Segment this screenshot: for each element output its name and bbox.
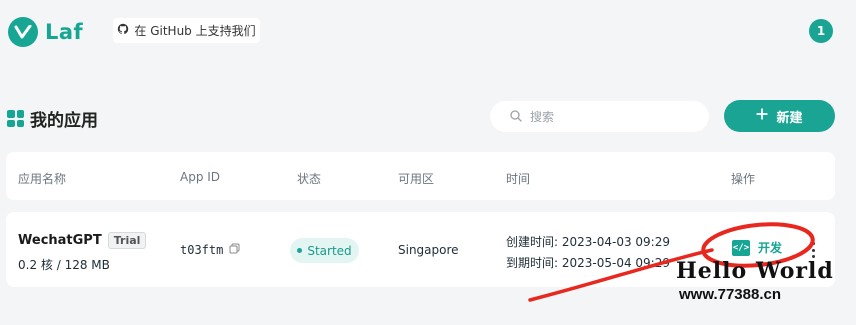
search-box[interactable] (490, 101, 709, 132)
column-header-region: 可用区 (398, 172, 435, 186)
expire-time: 到期时间: 2023-05-04 09:29 (506, 256, 670, 270)
apps-grid-icon (7, 110, 24, 127)
page-title: 我的应用 (7, 106, 98, 131)
top-bar: Laf 在 GitHub 上支持我们 1 (0, 0, 856, 62)
laf-logo[interactable]: Laf (8, 17, 83, 47)
plus-icon (756, 108, 768, 124)
more-options-icon[interactable] (812, 242, 816, 258)
github-support-button[interactable]: 在 GitHub 上支持我们 (113, 18, 260, 43)
brand-name: Laf (45, 20, 84, 44)
search-input[interactable] (530, 109, 690, 124)
app-name-cell: WechatGPT Trial (18, 232, 147, 249)
github-icon (117, 23, 129, 38)
new-app-button[interactable]: 新建 (724, 100, 835, 132)
user-avatar[interactable]: 1 (809, 19, 833, 43)
page-title-text: 我的应用 (30, 111, 98, 131)
laf-logo-icon (8, 17, 38, 47)
search-icon (510, 107, 522, 126)
column-header-time: 时间 (506, 172, 531, 186)
new-app-label: 新建 (776, 110, 803, 126)
develop-button[interactable]: </> 开发 (732, 239, 782, 256)
code-icon: </> (732, 239, 750, 256)
created-time: 创建时间: 2023-04-03 09:29 (506, 235, 670, 249)
copy-icon[interactable] (229, 243, 240, 257)
column-header-status: 状态 (297, 172, 322, 186)
column-header-actions: 操作 (731, 172, 756, 186)
plan-badge: Trial (107, 232, 147, 249)
watermark-url: www.77388.cn (679, 286, 781, 303)
develop-label: 开发 (758, 241, 783, 255)
status-label: Started (307, 243, 352, 258)
app-spec: 0.2 核 / 128 MB (18, 258, 110, 272)
watermark-title: Hello World (676, 258, 834, 284)
column-header-name: 应用名称 (18, 172, 67, 186)
region: Singapore (398, 243, 459, 257)
app-id-cell: t03ftm (180, 243, 240, 257)
column-header-app-id: App ID (180, 170, 221, 184)
github-support-label: 在 GitHub 上支持我们 (134, 24, 256, 38)
status-dot-icon (297, 248, 303, 253)
app-name[interactable]: WechatGPT (18, 233, 102, 248)
app-id: t03ftm (180, 243, 224, 257)
table-header: 应用名称 App ID 状态 可用区 时间 操作 (6, 152, 835, 200)
status-badge: Started (290, 238, 359, 263)
